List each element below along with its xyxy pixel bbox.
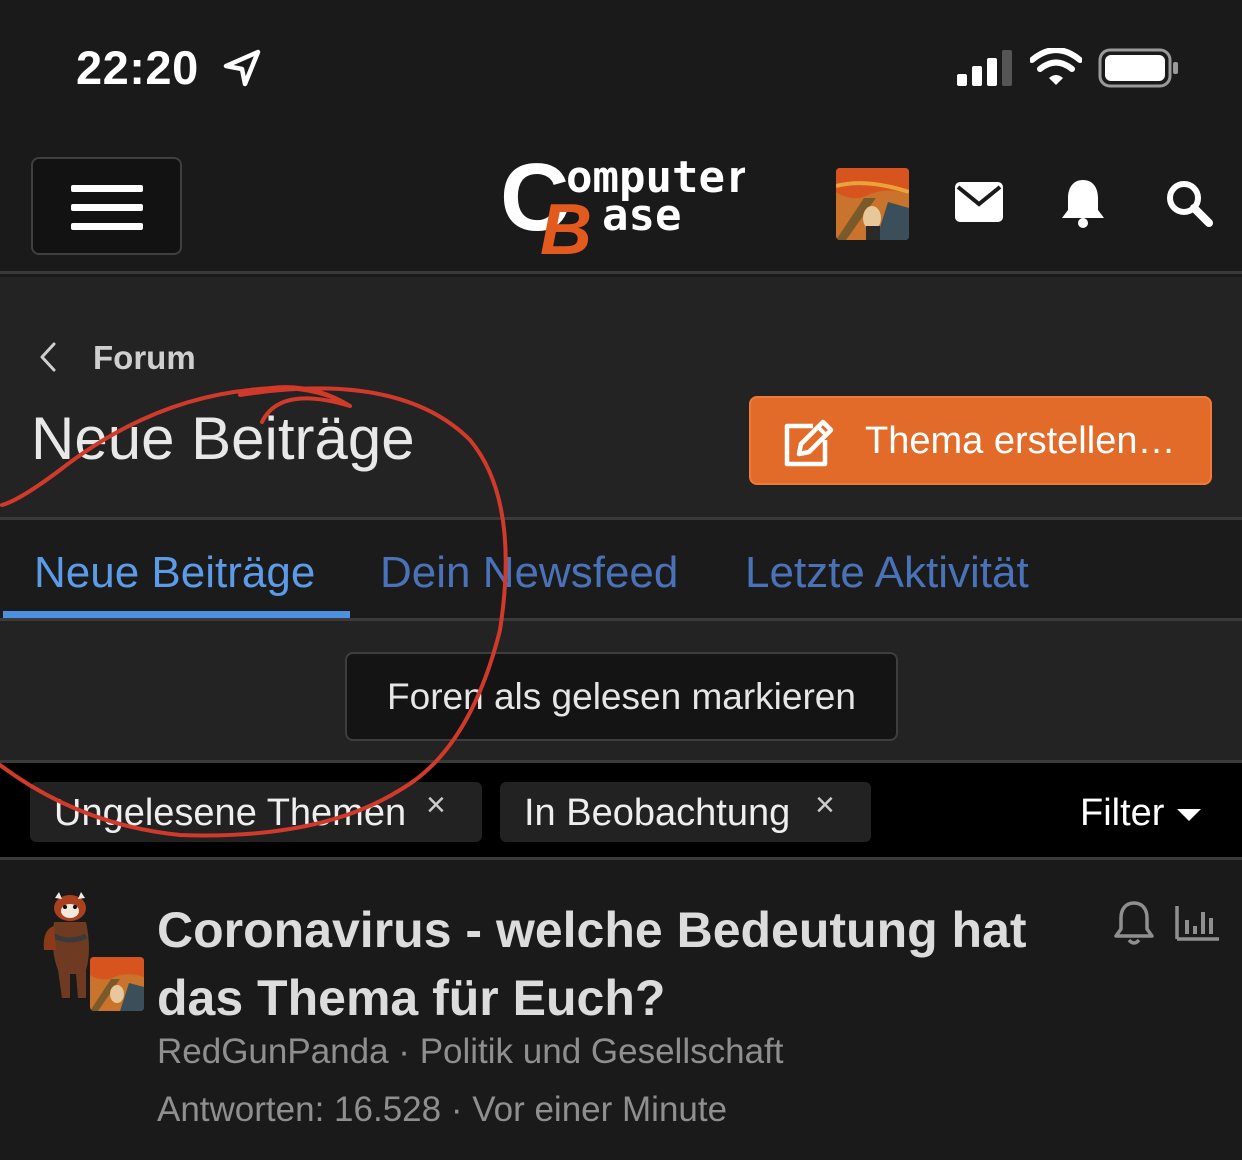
bell-outline-icon[interactable] <box>1114 900 1154 946</box>
hamburger-menu-button[interactable] <box>31 157 182 255</box>
active-tab-indicator <box>3 611 350 618</box>
thread-title[interactable]: Coronavirus - welche Bedeutung hat das T… <box>157 896 1077 1032</box>
wifi-icon <box>1030 48 1082 85</box>
create-thread-button[interactable]: Thema erstellen… <box>749 396 1212 485</box>
user-avatar[interactable] <box>836 168 909 240</box>
edit-pen-icon <box>784 419 834 467</box>
tab-bar: Neue Beiträge Dein Newsfeed Letzte Aktiv… <box>0 517 1242 621</box>
thread-last-post-time[interactable]: Vor einer Minute <box>472 1090 727 1129</box>
thread-meta-replies: Antworten: 16.528 · Vor einer Minute <box>157 1090 727 1130</box>
avatar-image-icon <box>90 957 144 1011</box>
computerbase-logo[interactable]: C omputer B ase <box>500 150 745 260</box>
breadcrumb-label: Forum <box>93 339 196 376</box>
mark-forums-read-label: Foren als gelesen markieren <box>387 676 856 717</box>
tab-dein-newsfeed[interactable]: Dein Newsfeed <box>380 548 678 598</box>
chevron-left-icon <box>40 342 56 372</box>
meta-separator: · <box>441 1090 473 1129</box>
page-title: Neue Beiträge <box>31 405 415 472</box>
tab-letzte-aktivitaet[interactable]: Letzte Aktivität <box>745 548 1029 598</box>
logo-letter-b: B <box>540 190 592 260</box>
caret-down-icon[interactable] <box>1176 807 1202 823</box>
menu-bar-icon <box>71 185 143 192</box>
filter-chip-label: In Beobachtung <box>524 792 791 834</box>
avatar-image-icon <box>836 168 909 240</box>
menu-bar-icon <box>71 223 143 230</box>
battery-icon <box>1098 48 1178 88</box>
close-icon[interactable]: × <box>815 786 835 825</box>
thread-reply-count: Antworten: 16.528 <box>157 1090 442 1129</box>
filter-chip-label: Ungelesene Themen <box>54 792 407 834</box>
create-thread-label: Thema erstellen… <box>865 420 1176 462</box>
bar-chart-icon[interactable] <box>1174 904 1220 942</box>
menu-bar-icon <box>71 204 143 211</box>
cellular-signal-icon <box>957 50 1012 86</box>
thread-forum-link[interactable]: Politik und Gesellschaft <box>420 1032 784 1071</box>
filter-chip-unread[interactable]: Ungelesene Themen × <box>30 782 482 842</box>
status-bar: 22:20 <box>0 0 1242 136</box>
tab-neue-beitraege[interactable]: Neue Beiträge <box>34 548 315 598</box>
thread-list-item[interactable]: Coronavirus - welche Bedeutung hat das T… <box>0 860 1242 1160</box>
bell-icon[interactable] <box>1061 178 1105 228</box>
mark-forums-read-button[interactable]: Foren als gelesen markieren <box>345 652 898 741</box>
content-area: Forum Neue Beiträge Thema erstellen… Neu… <box>0 277 1242 760</box>
thread-meta-author-forum: RedGunPanda · Politik und Gesellschaft <box>157 1032 783 1072</box>
filter-chip-watched[interactable]: In Beobachtung × <box>500 782 871 842</box>
meta-separator: · <box>388 1032 420 1071</box>
logo-text-base: ase <box>602 190 681 241</box>
envelope-icon[interactable] <box>955 182 1003 222</box>
search-icon[interactable] <box>1164 178 1214 228</box>
filter-bar: Ungelesene Themen × In Beobachtung × Fil… <box>0 760 1242 860</box>
screen: 22:20 C omputer B ase Forum Neue Beiträg… <box>0 0 1242 1160</box>
close-icon[interactable]: × <box>426 786 446 825</box>
filter-dropdown-button[interactable]: Filter <box>1080 792 1164 835</box>
app-header: C omputer B ase <box>0 136 1242 274</box>
location-arrow-icon <box>223 49 261 87</box>
status-time: 22:20 <box>76 41 199 94</box>
thread-author-link[interactable]: RedGunPanda <box>157 1032 389 1071</box>
last-poster-avatar[interactable] <box>90 957 144 1011</box>
